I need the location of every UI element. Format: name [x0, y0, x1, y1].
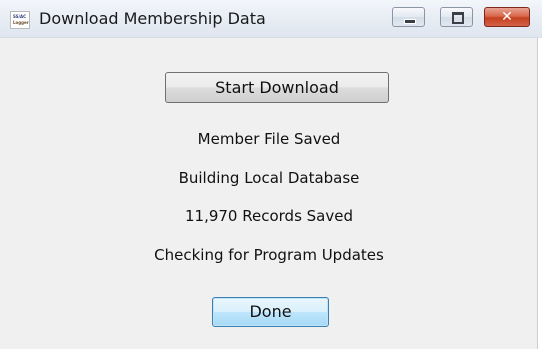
app-logo-text-top: SS/AC — [13, 14, 27, 19]
close-icon: ✕ — [501, 9, 513, 25]
start-download-button[interactable]: Start Download — [165, 72, 389, 103]
app-logo-text-bottom: Logger — [13, 20, 29, 25]
maximize-button[interactable] — [440, 7, 473, 27]
download-membership-dialog: SS/AC Logger Download Membership Data ✕ … — [0, 0, 542, 349]
done-button[interactable]: Done — [212, 297, 329, 327]
app-logo-icon[interactable]: SS/AC Logger — [10, 11, 30, 29]
status-checking-updates: Checking for Program Updates — [154, 246, 384, 264]
status-building-database: Building Local Database — [178, 169, 360, 187]
title-bar[interactable]: SS/AC Logger Download Membership Data ✕ — [0, 0, 542, 38]
status-member-file-saved: Member File Saved — [197, 130, 341, 148]
window-title: Download Membership Data — [39, 9, 266, 28]
maximize-icon — [452, 12, 464, 24]
close-button[interactable]: ✕ — [484, 7, 530, 27]
minimize-icon — [404, 19, 416, 24]
status-records-saved: 11,970 Records Saved — [184, 207, 353, 225]
minimize-button[interactable] — [392, 7, 425, 27]
